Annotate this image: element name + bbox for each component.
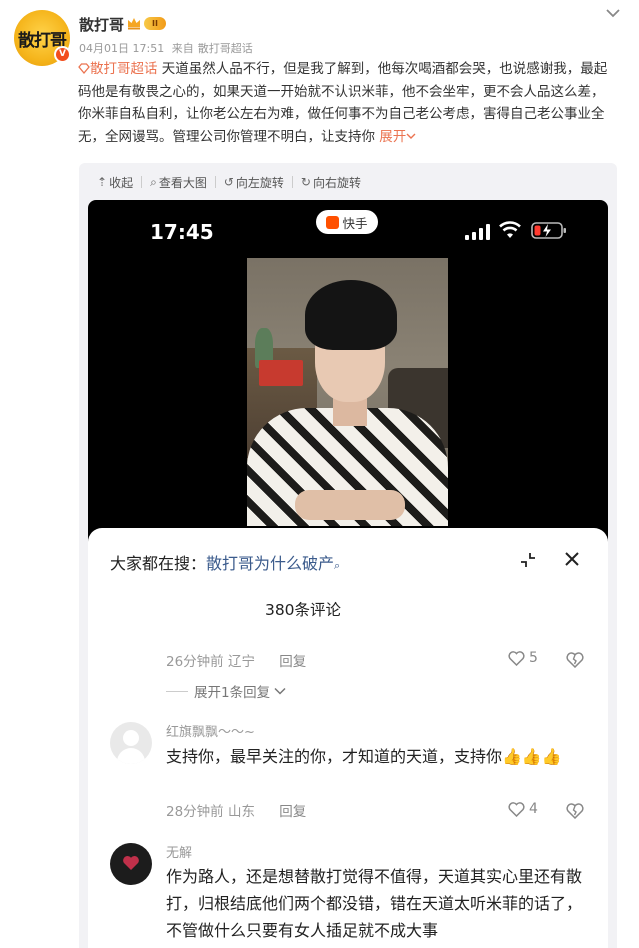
commenter-name[interactable]: 红旗飘飘～～~ xyxy=(166,721,255,740)
heart-icon xyxy=(123,856,139,870)
author-name[interactable]: 散打哥 xyxy=(79,14,124,35)
chevron-down-icon xyxy=(406,133,416,139)
comment-time: 26分钟前 xyxy=(166,654,224,670)
cellular-signal-icon xyxy=(465,224,490,240)
broken-heart-icon[interactable] xyxy=(566,652,584,668)
post-meta: 04月01日 17:51 来自 散打哥超话 xyxy=(79,40,257,56)
like-button[interactable]: 4 xyxy=(508,801,538,817)
like-button[interactable]: 5 xyxy=(508,650,538,666)
rotate-right-icon: ↻ xyxy=(300,175,311,189)
diamond-icon xyxy=(78,63,90,75)
background-red-box xyxy=(259,360,303,386)
toolbar-divider xyxy=(291,176,293,188)
expand-replies-button[interactable]: 展开1条回复 xyxy=(166,681,286,701)
wifi-icon xyxy=(499,221,521,238)
comment-time: 28分钟前 xyxy=(166,804,224,820)
chevron-down-icon xyxy=(274,687,286,695)
shrink-icon[interactable] xyxy=(520,552,536,568)
toolbar-divider xyxy=(141,176,143,188)
commenter-avatar[interactable] xyxy=(110,843,152,885)
expand-replies-label: 展开1条回复 xyxy=(194,685,271,701)
post-date: 04月01日 17:51 xyxy=(79,42,165,55)
chevron-down-icon[interactable] xyxy=(605,6,621,20)
trending-search[interactable]: 大家都在搜：散打哥为什么破产⌕ xyxy=(110,550,340,574)
view-large-label: 查看大图 xyxy=(158,175,207,190)
phone-screenshot[interactable]: 17:45 快手 大家都在搜：散打哥为什么破产⌕ 380条评论 26分钟前 辽宁… xyxy=(88,200,608,948)
divider-line xyxy=(166,690,188,692)
comment-location: 山东 xyxy=(227,804,255,820)
rotate-left-icon: ↺ xyxy=(223,175,234,189)
reply-button[interactable]: 回复 xyxy=(279,804,306,820)
comment-sheet: 大家都在搜：散打哥为什么破产⌕ 380条评论 26分钟前 辽宁 回复 5 展开1… xyxy=(88,528,608,948)
comment-text: 支持你，最早关注的你，才知道的天道，支持你👍👍👍 xyxy=(166,747,562,766)
search-prefix: 大家都在搜： xyxy=(110,554,207,573)
post-source-link[interactable]: 散打哥超话 xyxy=(198,42,253,55)
rotate-right-label: 向右旋转 xyxy=(312,175,361,190)
comment-text: 作为路人，还是想替散打觉得不值得，天道其实心里还有散打，归根结底他们两个都没错，… xyxy=(166,867,583,940)
collapse-image-button[interactable]: ⇡ 收起 xyxy=(97,174,133,191)
expand-post-button[interactable]: 展开 xyxy=(379,129,416,145)
status-time: 17:45 xyxy=(150,220,214,244)
like-count: 4 xyxy=(529,801,538,817)
person-hands xyxy=(295,490,405,520)
battery-charging-icon xyxy=(531,222,566,239)
person-hair xyxy=(305,280,397,350)
toolbar-divider xyxy=(214,176,216,188)
reply-button[interactable]: 回复 xyxy=(279,654,306,670)
commenter-avatar[interactable] xyxy=(110,722,152,764)
rotate-left-button[interactable]: ↺ 向左旋转 xyxy=(224,174,284,191)
video-frame[interactable] xyxy=(247,258,448,526)
search-icon: ⌕ xyxy=(150,174,157,189)
like-count: 5 xyxy=(529,650,538,666)
rotate-right-button[interactable]: ↻ 向右旋转 xyxy=(301,174,361,191)
rotate-left-label: 向左旋转 xyxy=(235,175,284,190)
app-name: 快手 xyxy=(342,215,368,231)
post-body: 散打哥超话 天道虽然人品不行，但是我了解到，他每次喝酒都会哭，也说感谢我，最起码… xyxy=(78,58,616,148)
super-topic-link[interactable]: 散打哥超话 xyxy=(78,61,162,77)
member-level-badge: II xyxy=(144,17,166,30)
crown-icon xyxy=(128,18,140,30)
image-toolbar: ⇡ 收起 ⌕ 查看大图 ↺ 向左旋转 ↻ 向右旋转 xyxy=(97,173,361,191)
avatar-body xyxy=(117,748,145,764)
broken-heart-icon[interactable] xyxy=(566,803,584,819)
super-topic-label: 散打哥超话 xyxy=(90,61,158,77)
verified-badge-icon: V xyxy=(54,46,71,63)
expand-label: 展开 xyxy=(379,128,407,145)
close-icon[interactable] xyxy=(563,550,581,568)
search-query-link[interactable]: 散打哥为什么破产 xyxy=(206,554,334,573)
kuaishou-logo-icon xyxy=(326,215,340,229)
comment-count: 380条评论 xyxy=(264,601,342,619)
view-large-button[interactable]: ⌕ 查看大图 xyxy=(150,174,207,191)
arrow-up-icon: ⇡ xyxy=(97,175,108,189)
heart-icon xyxy=(508,801,525,817)
kuaishou-badge: 快手 xyxy=(316,210,378,234)
media-card: ⇡ 收起 ⌕ 查看大图 ↺ 向左旋转 ↻ 向右旋转 17:45 快手 大家都在搜… xyxy=(79,163,617,948)
comment-meta: 26分钟前 辽宁 回复 xyxy=(166,650,306,670)
heart-icon xyxy=(508,650,525,666)
commenter-name[interactable]: 无解 xyxy=(166,842,192,861)
comment-meta: 28分钟前 山东 回复 xyxy=(166,800,306,820)
collapse-label: 收起 xyxy=(109,175,134,190)
search-icon: ⌕ xyxy=(334,559,341,572)
source-prefix: 来自 xyxy=(171,42,194,55)
avatar-head xyxy=(123,730,139,746)
comment-location: 辽宁 xyxy=(227,654,255,670)
